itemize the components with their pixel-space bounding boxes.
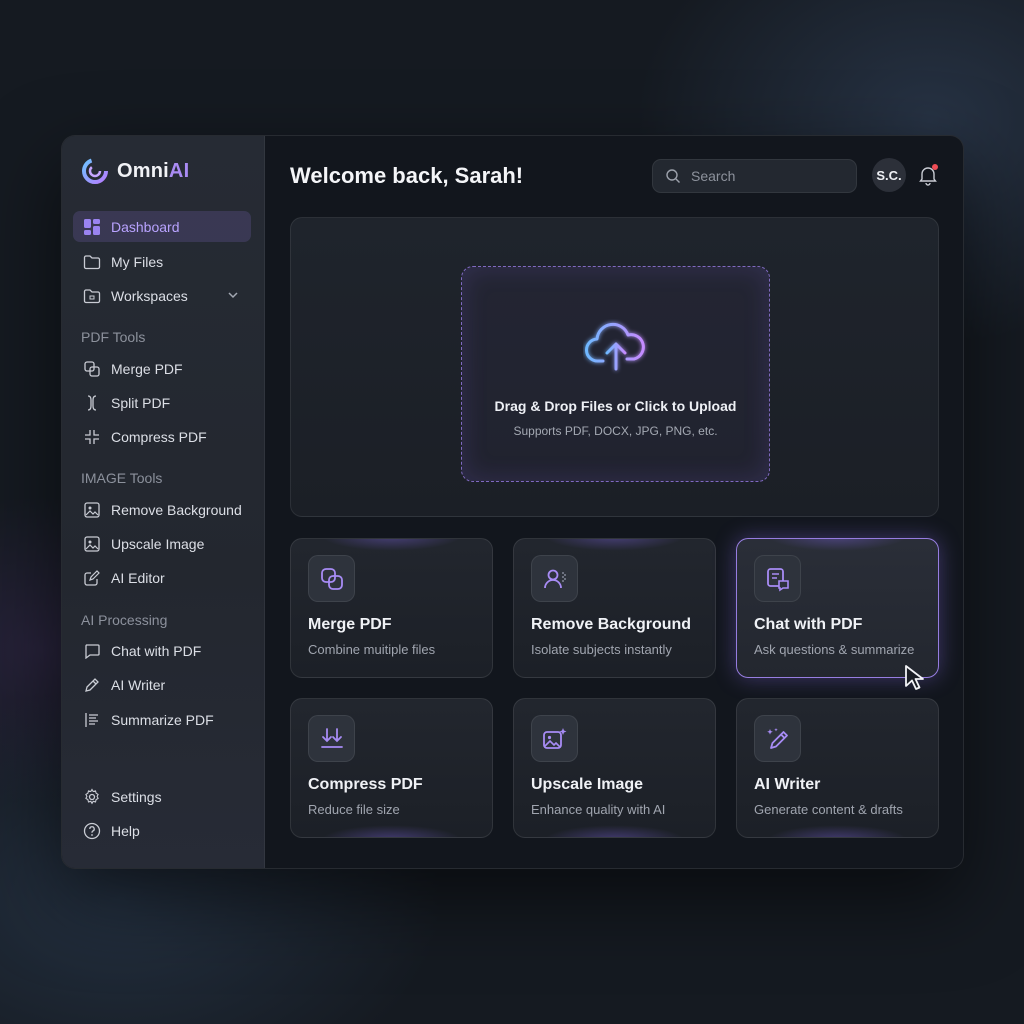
- logo[interactable]: OmniAI: [81, 157, 189, 185]
- pen-icon: [83, 676, 101, 694]
- card-subtitle: Generate content & drafts: [754, 802, 903, 817]
- upload-subtitle: Supports PDF, DOCX, JPG, PNG, etc.: [513, 424, 718, 438]
- merge-icon: [83, 360, 101, 378]
- sidebar-item-label: AI Editor: [111, 569, 165, 586]
- dashboard-icon: [83, 218, 101, 236]
- app-window: OmniAI Dashboard My Files Workspaces PDF…: [61, 135, 964, 869]
- sidebar-item-summarize-pdf[interactable]: Summarize PDF: [73, 704, 251, 735]
- card-title: Chat with PDF: [754, 616, 863, 633]
- sidebar-item-merge-pdf[interactable]: Merge PDF: [73, 353, 251, 384]
- image-icon: [83, 535, 101, 553]
- upload-title: Drag & Drop Files or Click to Upload: [494, 398, 737, 414]
- card-title: Remove Background: [531, 616, 692, 633]
- sidebar-item-remove-background[interactable]: Remove Background: [73, 494, 251, 525]
- gear-icon: [83, 787, 101, 806]
- upload-panel: Drag & Drop Files or Click to Upload Sup…: [290, 217, 939, 517]
- sidebar-item-label: AI Writer: [111, 676, 166, 693]
- sidebar-item-ai-writer[interactable]: AI Writer: [73, 669, 251, 700]
- sidebar: OmniAI Dashboard My Files Workspaces PDF…: [62, 136, 265, 868]
- tool-card-remove-background[interactable]: Remove Background Isolate subjects insta…: [513, 538, 716, 678]
- sidebar-item-split-pdf[interactable]: Split PDF: [73, 387, 251, 418]
- tool-card-chat-with-pdf[interactable]: Chat with PDF Ask questions & summarize: [736, 538, 939, 678]
- sidebar-item-label: Settings: [111, 788, 162, 805]
- sidebar-item-upscale-image[interactable]: Upscale Image: [73, 528, 251, 559]
- pen-sparkle-icon: [754, 715, 801, 762]
- card-subtitle: Ask questions & summarize: [754, 642, 915, 657]
- merge-icon: [308, 555, 355, 602]
- sidebar-item-label: Split PDF: [111, 394, 171, 411]
- sidebar-item-label: Workspaces: [111, 287, 188, 304]
- card-title: AI Writer: [754, 776, 821, 793]
- summarize-icon: [83, 711, 101, 729]
- sidebar-item-label: Compress PDF: [111, 428, 207, 445]
- sidebar-item-label: Chat with PDF: [111, 642, 202, 659]
- tool-card-upscale-image[interactable]: Upscale Image Enhance quality with AI: [513, 698, 716, 838]
- section-label-pdf-tools: PDF Tools: [81, 329, 146, 345]
- chat-icon: [83, 642, 101, 660]
- person-icon: [531, 555, 578, 602]
- sidebar-item-settings[interactable]: Settings: [73, 781, 251, 812]
- page-title: Welcome back, Sarah!: [290, 163, 524, 188]
- sidebar-item-label: My Files: [111, 253, 164, 270]
- chevron-down-icon[interactable]: [227, 289, 239, 301]
- notifications-button[interactable]: [917, 164, 939, 186]
- sidebar-item-label: Merge PDF: [111, 360, 183, 377]
- card-subtitle: Enhance quality with AI: [531, 802, 666, 817]
- search-icon: [666, 169, 680, 183]
- tool-card-ai-writer[interactable]: AI Writer Generate content & drafts: [736, 698, 939, 838]
- sidebar-item-label: Upscale Image: [111, 535, 205, 552]
- card-subtitle: Combine muitiple files: [308, 642, 436, 657]
- card-title: Merge PDF: [308, 616, 392, 633]
- sidebar-item-compress-pdf[interactable]: Compress PDF: [73, 421, 251, 452]
- compress-icon: [83, 428, 101, 446]
- split-icon: [83, 394, 101, 412]
- help-icon: [83, 822, 101, 840]
- mouse-cursor-icon: [905, 665, 924, 690]
- chat-document-icon: [754, 555, 801, 602]
- tool-card-compress-pdf[interactable]: Compress PDF Reduce file size: [290, 698, 493, 838]
- avatar[interactable]: S.C.: [872, 158, 906, 192]
- search-box[interactable]: [652, 159, 857, 193]
- app-name: OmniAI: [117, 159, 190, 182]
- sidebar-item-ai-editor[interactable]: AI Editor: [73, 562, 251, 593]
- section-label-ai-processing: AI Processing: [81, 612, 168, 628]
- card-subtitle: Reduce file size: [308, 802, 400, 817]
- sidebar-item-label: Help: [111, 822, 140, 839]
- tool-card-merge-pdf[interactable]: Merge PDF Combine muitiple files: [290, 538, 493, 678]
- compress-arrows-icon: [308, 715, 355, 762]
- image-icon: [83, 501, 101, 519]
- sidebar-item-dashboard[interactable]: Dashboard: [73, 211, 251, 242]
- sidebar-item-my-files[interactable]: My Files: [73, 246, 251, 277]
- card-subtitle: Isolate subjects instantly: [531, 642, 672, 657]
- sidebar-item-workspaces[interactable]: Workspaces: [73, 280, 251, 311]
- image-sparkle-icon: [531, 715, 578, 762]
- workspace-folder-icon: [83, 287, 101, 305]
- sidebar-item-help[interactable]: Help: [73, 815, 251, 846]
- card-title: Upscale Image: [531, 776, 644, 793]
- section-label-image-tools: IMAGE Tools: [81, 470, 163, 486]
- notification-dot: [932, 164, 938, 170]
- folder-icon: [83, 253, 101, 271]
- card-title: Compress PDF: [308, 776, 423, 793]
- search-input[interactable]: [689, 167, 833, 185]
- sidebar-item-label: Remove Background: [111, 501, 242, 518]
- sidebar-item-chat-with-pdf[interactable]: Chat with PDF: [73, 635, 251, 666]
- edit-icon: [83, 569, 101, 587]
- sidebar-item-label: Dashboard: [111, 218, 180, 235]
- upload-dropzone[interactable]: Drag & Drop Files or Click to Upload Sup…: [461, 266, 770, 482]
- omniai-logo-icon: [82, 158, 108, 184]
- cloud-upload-icon: [585, 322, 645, 371]
- sidebar-item-label: Summarize PDF: [111, 711, 214, 728]
